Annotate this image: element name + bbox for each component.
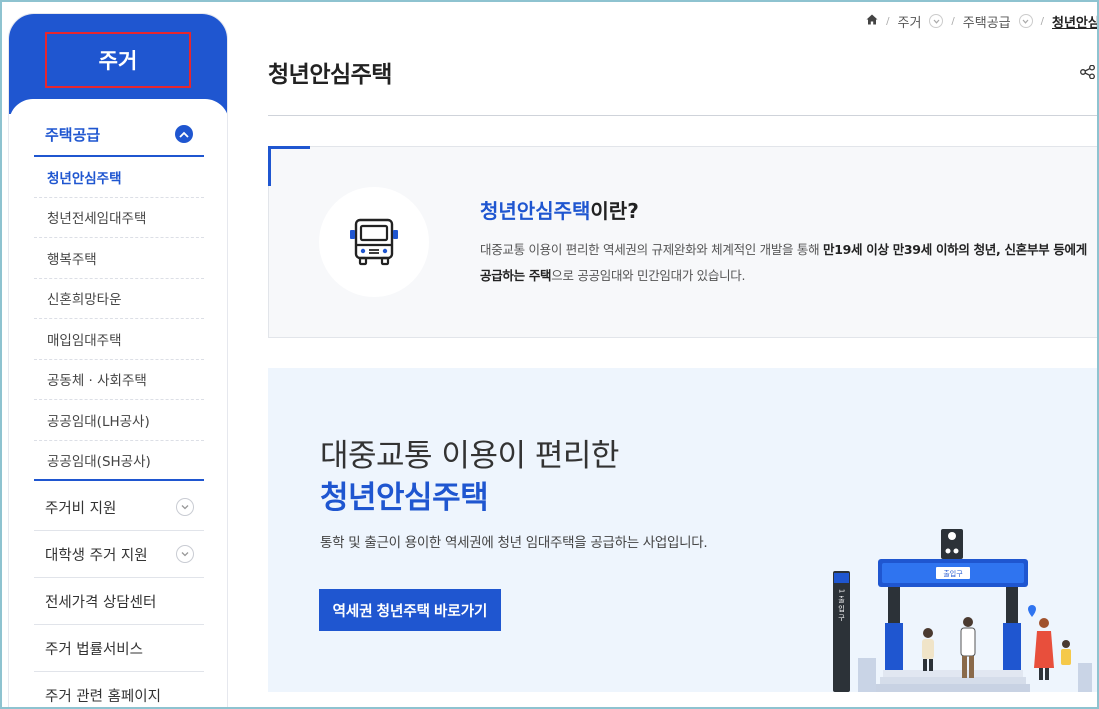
info-desc-part1: 대중교통 이용이 편리한 역세권의 규제완화와 체계적인 개발을 통해 <box>480 242 823 257</box>
chevron-down-icon[interactable] <box>176 498 194 516</box>
info-question-highlight: 청년안심주택 <box>480 199 591 223</box>
sidebar-subitem-youth-jeonse-rental[interactable]: 청년전세임대주택 <box>34 198 204 238</box>
sidebar-group-label: 주택공급 <box>45 125 101 144</box>
breadcrumb-current-wrap: 청년안심주택 <box>1052 12 1099 31</box>
sidebar-item-label: 전세가격 상담센터 <box>45 594 157 611</box>
sidebar-subitem-public-rental-lh[interactable]: 공공임대(LH공사) <box>34 400 204 441</box>
corner-accent <box>268 146 310 149</box>
station-sign-label: 출입구 <box>943 569 963 578</box>
sidebar-subitem-public-rental-sh[interactable]: 공공임대(SH공사) <box>34 441 204 481</box>
station-illustration: 1 출 입 구 출입구 <box>833 529 1092 692</box>
home-icon[interactable] <box>866 14 878 29</box>
sidebar-body: 주택공급 청년안심주택 청년전세임대주택 행복주택 신혼희망타운 매입임대주택 … <box>9 99 227 709</box>
chevron-up-icon[interactable] <box>175 125 193 143</box>
breadcrumb: / 주거 / 주택공급 / 청년안심주택 <box>866 10 1099 32</box>
breadcrumb-separator: / <box>951 15 955 27</box>
banner-line2: 청년안심주택 <box>320 480 489 516</box>
info-description: 대중교통 이용이 편리한 역세권의 규제완화와 체계적인 개발을 통해 만19세… <box>480 237 1090 289</box>
info-desc-part2: 으로 공공임대와 민간임대가 있습니다. <box>551 268 746 283</box>
page-title: 청년안심주택 <box>268 62 392 88</box>
sidebar-subitem-purchase-rental[interactable]: 매입임대주택 <box>34 319 204 360</box>
chevron-down-icon[interactable] <box>1018 14 1033 28</box>
sidebar-item-label: 대학생 주거 지원 <box>45 547 148 564</box>
breadcrumb-separator: / <box>1040 15 1044 27</box>
sidebar-item-label: 주거비 지원 <box>45 500 117 517</box>
sidebar-subitem-community-social-housing[interactable]: 공동체 · 사회주택 <box>34 360 204 400</box>
sidebar-item-housing-cost-support[interactable]: 주거비 지원 <box>34 484 204 531</box>
sidebar-group-housing-supply[interactable]: 주택공급 <box>34 113 204 157</box>
share-icon[interactable] <box>1080 64 1096 83</box>
info-question: 청년안심주택이란? <box>480 195 639 224</box>
sidebar-item-label: 주거 법률서비스 <box>45 641 143 658</box>
sidebar-title[interactable]: 주거 <box>45 32 191 88</box>
breadcrumb-current[interactable]: 청년안심주택 <box>1052 16 1099 31</box>
breadcrumb-separator: / <box>886 15 890 27</box>
sidebar-subitem-happy-housing[interactable]: 행복주택 <box>34 238 204 279</box>
sidebar-item-college-housing-support[interactable]: 대학생 주거 지원 <box>34 531 204 578</box>
sidebar-mainnav: 주거비 지원 대학생 주거 지원 전세가격 상담센터 주거 법률서비스 주거 관… <box>34 484 204 709</box>
breadcrumb-level1[interactable]: 주거 <box>897 12 921 31</box>
station-pole-label: 1 출 입 구 <box>838 589 846 622</box>
bus-icon <box>350 218 398 266</box>
promo-banner: 대중교통 이용이 편리한 청년안심주택 통학 및 출근이 용이한 역세권에 청년… <box>268 368 1099 692</box>
bus-icon-circle <box>319 187 429 297</box>
sidebar-item-housing-legal-service[interactable]: 주거 법률서비스 <box>34 625 204 672</box>
sidebar-item-housing-websites[interactable]: 주거 관련 홈페이지 <box>34 672 204 709</box>
banner-subtitle: 통학 및 출근이 용이한 역세권에 청년 임대주택을 공급하는 사업입니다. <box>320 535 708 551</box>
sidebar-subnav: 청년안심주택 청년전세임대주택 행복주택 신혼희망타운 매입임대주택 공동체 ·… <box>34 157 204 481</box>
breadcrumb-level2[interactable]: 주택공급 <box>963 12 1011 31</box>
sidebar-subitem-newlywed-hope-town[interactable]: 신혼희망타운 <box>34 279 204 319</box>
corner-accent <box>268 146 271 186</box>
info-box: 청년안심주택이란? 대중교통 이용이 편리한 역세권의 규제완화와 체계적인 개… <box>268 146 1099 338</box>
sidebar-item-jeonse-price-center[interactable]: 전세가격 상담센터 <box>34 578 204 625</box>
title-divider <box>268 115 1099 116</box>
sidebar: 주거 주택공급 청년안심주택 청년전세임대주택 행복주택 신혼희망타운 매입임대… <box>8 13 228 709</box>
banner-line1: 대중교통 이용이 편리한 <box>320 438 619 474</box>
sidebar-subitem-youth-safe-housing[interactable]: 청년안심주택 <box>34 157 204 198</box>
info-question-rest: 이란? <box>590 199 639 223</box>
sidebar-item-label: 주거 관련 홈페이지 <box>45 688 161 705</box>
chevron-down-icon[interactable] <box>176 545 194 563</box>
chevron-down-icon[interactable] <box>929 14 944 28</box>
youth-housing-link-button[interactable]: 역세권 청년주택 바로가기 <box>319 589 501 631</box>
